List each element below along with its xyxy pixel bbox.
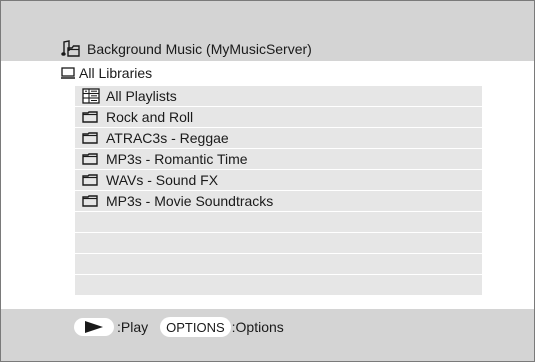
all-libraries-node[interactable]: All Libraries	[61, 63, 152, 83]
button-guide: :Play OPTIONS :Options	[74, 315, 284, 339]
music-note-folder-icon	[61, 40, 81, 58]
list-item-label: Rock and Roll	[106, 109, 194, 125]
folder-icon	[82, 132, 100, 144]
empty-list-row	[75, 212, 482, 232]
folder-icon	[82, 111, 100, 123]
list-item-label: WAVs - Sound FX	[106, 172, 219, 188]
playlist-grid-icon	[82, 88, 100, 104]
list-item-all-playlists[interactable]: All Playlists	[75, 86, 482, 106]
breadcrumb: Background Music (MyMusicServer)	[61, 39, 312, 59]
monitor-icon	[61, 67, 75, 79]
empty-list-row	[75, 275, 482, 295]
folder-icon	[82, 153, 100, 165]
empty-list-row	[75, 254, 482, 274]
empty-list-row	[75, 233, 482, 253]
list-item-folder[interactable]: MP3s - Movie Soundtracks	[75, 191, 482, 211]
all-libraries-label: All Libraries	[79, 65, 153, 81]
content-panel: All Libraries All Playlists Rock and Rol…	[1, 61, 534, 309]
list-item-label: All Playlists	[106, 88, 177, 104]
breadcrumb-text: Background Music (MyMusicServer)	[87, 41, 312, 57]
play-triangle-icon	[85, 321, 103, 333]
options-button[interactable]: OPTIONS	[160, 317, 231, 337]
list-item-folder[interactable]: Rock and Roll	[75, 107, 482, 127]
folder-icon	[82, 174, 100, 186]
footer-bar: :Play OPTIONS :Options	[1, 309, 534, 361]
play-hint-label: :Play	[117, 319, 149, 335]
folder-icon	[82, 195, 100, 207]
list-item-label: MP3s - Movie Soundtracks	[106, 193, 274, 209]
screen: Background Music (MyMusicServer) All Lib…	[0, 0, 535, 362]
play-button[interactable]	[74, 318, 114, 336]
options-hint-label: :Options	[231, 319, 284, 335]
library-list: All Playlists Rock and Roll ATRAC3s - Re…	[75, 86, 482, 296]
list-item-label: MP3s - Romantic Time	[106, 151, 248, 167]
list-item-folder[interactable]: ATRAC3s - Reggae	[75, 128, 482, 148]
list-item-folder[interactable]: MP3s - Romantic Time	[75, 149, 482, 169]
list-item-label: ATRAC3s - Reggae	[106, 130, 229, 146]
list-item-folder[interactable]: WAVs - Sound FX	[75, 170, 482, 190]
